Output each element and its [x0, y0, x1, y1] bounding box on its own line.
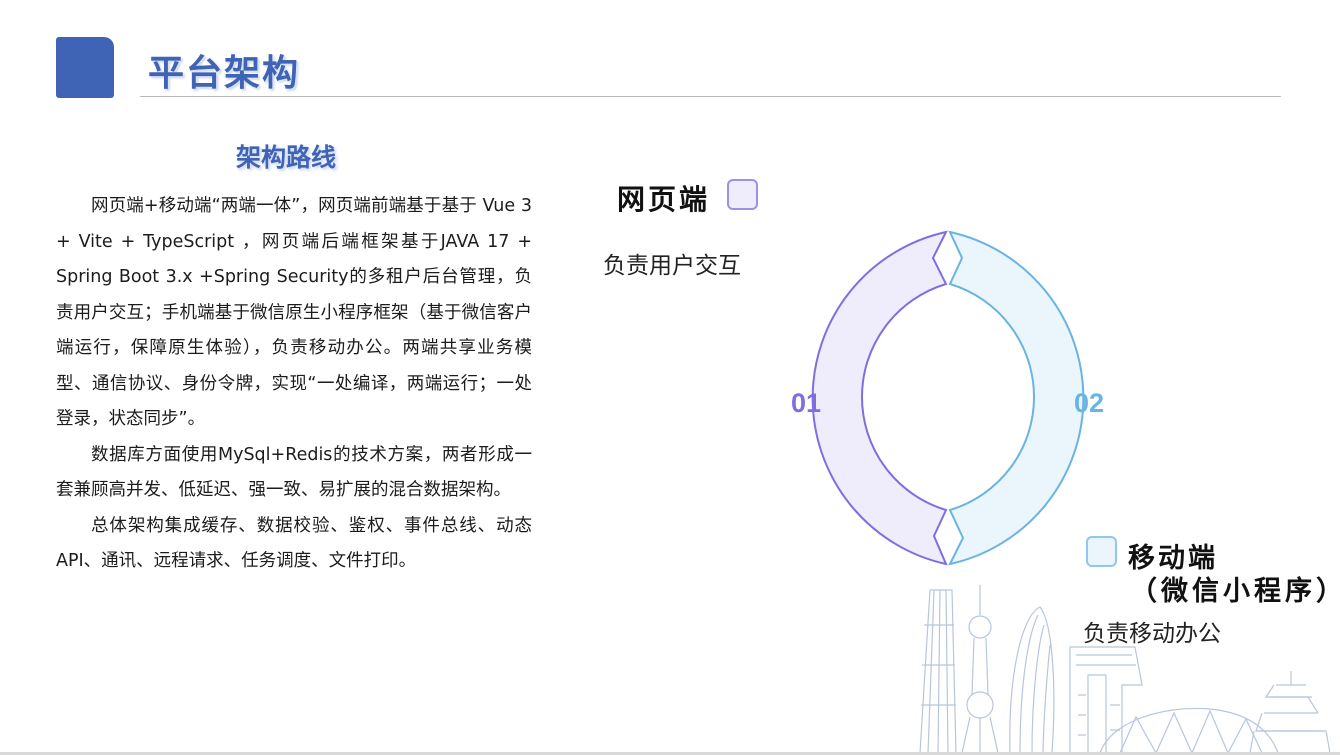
mobile-legend-square [1086, 536, 1117, 567]
paragraph-architecture: 网页端+移动端“两端一体”，网页端前端基于基于 Vue 3 + Vite + T… [56, 196, 532, 429]
web-number: 01 [791, 388, 821, 418]
section-title: 架构路线 [236, 143, 337, 172]
body-text: 网页端+移动端“两端一体”，网页端前端基于基于 Vue 3 + Vite + T… [56, 189, 532, 580]
ring-segment-web [811, 230, 948, 566]
web-legend-square [727, 179, 758, 210]
ring-segment-mobile [948, 230, 1085, 566]
web-description: 负责用户交互 [603, 253, 741, 279]
paragraph-database: 数据库方面使用MySql+Redis的技术方案，两者形成一套兼顾高并发、低延迟、… [56, 444, 532, 501]
mobile-number: 02 [1074, 388, 1104, 418]
architecture-ring-diagram: 01 02 [791, 230, 1104, 566]
city-skyline-illustration [919, 585, 1331, 753]
title-accent-block [56, 37, 114, 98]
title-divider [140, 96, 1281, 97]
paragraph-integration: 总体架构集成缓存、数据校验、鉴权、事件总线、动态API、通讯、远程请求、任务调度… [56, 515, 532, 572]
page-title: 平台架构 [148, 53, 301, 94]
web-label: 网页端 [617, 183, 711, 216]
